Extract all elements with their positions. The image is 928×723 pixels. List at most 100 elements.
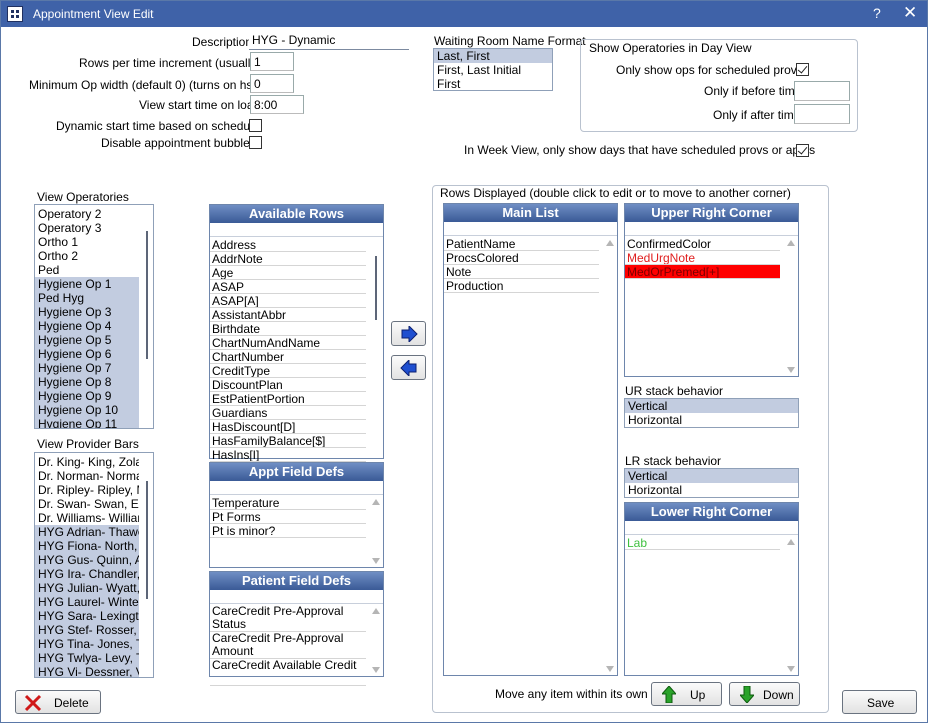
lower-right-grid[interactable]: Lower Right Corner Lab xyxy=(624,502,799,676)
main-list-item[interactable]: ProcsColored xyxy=(444,251,599,265)
only-scheduled-checkbox[interactable] xyxy=(796,63,809,76)
rows-per-increment-input[interactable]: 1 xyxy=(250,52,294,71)
down-button[interactable]: Down xyxy=(729,682,800,706)
operatory-item[interactable]: Ortho 2 xyxy=(35,249,139,263)
provider-bar-item[interactable]: Dr. Swan- Swan, Eri xyxy=(35,497,139,511)
ur-stack-list[interactable]: Vertical Horizontal xyxy=(624,398,799,428)
available-rows-scrollbar[interactable] xyxy=(370,238,383,458)
operatory-item[interactable]: Operatory 2 xyxy=(35,207,139,221)
operatory-item[interactable]: Hygiene Op 4 xyxy=(35,319,139,333)
operatory-item[interactable]: Ped Hyg xyxy=(35,291,139,305)
ur-stack-option[interactable]: Horizontal xyxy=(625,413,798,427)
provider-bar-item[interactable]: HYG Sara- Lexingto xyxy=(35,609,139,623)
operatory-item[interactable]: Hygiene Op 7 xyxy=(35,361,139,375)
provider-bar-item[interactable]: Dr. Williams- William xyxy=(35,511,139,525)
waiting-room-format-list[interactable]: Last, First First, Last Initial First xyxy=(433,48,553,91)
move-right-button[interactable] xyxy=(391,321,426,346)
provider-bar-item[interactable]: Dr. King- King, Zola xyxy=(35,455,139,469)
waiting-room-option[interactable]: First xyxy=(434,77,552,90)
operatory-item[interactable]: Hygiene Op 8 xyxy=(35,375,139,389)
available-row-item[interactable]: ChartNumAndName xyxy=(210,336,366,350)
available-row-item[interactable]: Birthdate xyxy=(210,322,366,336)
operatory-item[interactable]: Ped xyxy=(35,263,139,277)
week-view-checkbox[interactable] xyxy=(796,144,809,157)
upper-right-scrollbar[interactable] xyxy=(785,237,798,376)
available-row-item[interactable]: ASAP[A] xyxy=(210,294,366,308)
upper-right-item[interactable]: MedOrPremed[+] xyxy=(625,265,780,279)
provider-bar-item[interactable]: Dr. Norman- Norman xyxy=(35,469,139,483)
available-row-item[interactable]: Guardians xyxy=(210,406,366,420)
operatory-item[interactable]: Ortho 1 xyxy=(35,235,139,249)
lr-stack-list[interactable]: Vertical Horizontal xyxy=(624,468,799,498)
provider-bar-item[interactable]: HYG Laurel- Winter xyxy=(35,595,139,609)
provider-bar-item[interactable]: HYG Gus- Quinn, A xyxy=(35,553,139,567)
available-row-item[interactable]: Age xyxy=(210,266,366,280)
operatory-item[interactable]: Hygiene Op 3 xyxy=(35,305,139,319)
available-row-item[interactable]: AssistantAbbr xyxy=(210,308,366,322)
appt-field-def-item[interactable]: Temperature xyxy=(210,496,366,510)
available-row-item[interactable]: DiscountPlan xyxy=(210,378,366,392)
only-after-input[interactable] xyxy=(794,104,850,124)
operatory-item[interactable]: Hygiene Op 10 xyxy=(35,403,139,417)
available-row-item[interactable]: Address xyxy=(210,238,366,252)
up-button[interactable]: Up xyxy=(651,682,722,706)
dynamic-start-checkbox[interactable] xyxy=(249,119,262,132)
main-list-item[interactable]: Note xyxy=(444,265,599,279)
provider-bar-item[interactable]: HYG Adrian- Thawe xyxy=(35,525,139,539)
available-row-item[interactable]: EstPatientPortion xyxy=(210,392,366,406)
operatory-item[interactable]: Hygiene Op 9 xyxy=(35,389,139,403)
disable-bubbles-checkbox[interactable] xyxy=(249,136,262,149)
upper-right-item[interactable]: MedUrgNote xyxy=(625,251,780,265)
upper-right-grid[interactable]: Upper Right Corner ConfirmedColor MedUrgN… xyxy=(624,203,799,377)
main-list-item[interactable]: PatientName xyxy=(444,237,599,251)
only-before-input[interactable] xyxy=(794,81,850,101)
main-list-item[interactable]: Production xyxy=(444,279,599,293)
patient-field-def-item[interactable]: CareCredit Pre-Approval Status xyxy=(210,605,366,632)
upper-right-item[interactable]: ConfirmedColor xyxy=(625,237,780,251)
provider-bar-item[interactable]: HYG Fiona- North, I xyxy=(35,539,139,553)
patient-field-def-item[interactable]: CareCredit Pre-Approval Amount xyxy=(210,632,366,659)
available-row-item[interactable]: ChartNumber xyxy=(210,350,366,364)
operatory-item[interactable]: Hygiene Op 6 xyxy=(35,347,139,361)
view-start-input[interactable]: 8:00 xyxy=(250,95,304,114)
help-button[interactable]: ? xyxy=(873,5,881,21)
operatory-item[interactable]: Operatory 3 xyxy=(35,221,139,235)
operatory-item[interactable]: Hygiene Op 11 xyxy=(35,417,139,428)
lr-stack-option[interactable]: Horizontal xyxy=(625,483,798,497)
available-row-item[interactable]: HasDiscount[D] xyxy=(210,420,366,434)
provider-bar-item[interactable]: HYG Ira- Chandler, xyxy=(35,567,139,581)
close-icon[interactable]: ✕ xyxy=(903,3,917,23)
main-list-grid[interactable]: Main List PatientName ProcsColored Note Pro… xyxy=(443,203,618,676)
available-row-item[interactable]: CreditType xyxy=(210,364,366,378)
provider-bar-item[interactable]: Dr. Ripley- Ripley, M xyxy=(35,483,139,497)
patient-field-defs-scrollbar[interactable] xyxy=(370,605,383,676)
available-rows-grid[interactable]: Available Rows Address AddrNote Age ASAP ASA… xyxy=(209,204,384,462)
patient-field-defs-grid[interactable]: Patient Field Defs CareCredit Pre-Approv… xyxy=(209,571,384,686)
view-operatories-list[interactable]: Operatory 2 Operatory 3 Ortho 1 Ortho 2 Ped H… xyxy=(34,204,154,429)
min-op-width-input[interactable]: 0 xyxy=(250,74,294,93)
lower-right-scrollbar[interactable] xyxy=(785,536,798,675)
ur-stack-option[interactable]: Vertical xyxy=(625,399,798,413)
available-row-item[interactable]: HasIns[I] xyxy=(210,448,366,462)
provider-bar-item[interactable]: HYG Vi- Dessner, V xyxy=(35,665,139,677)
save-button[interactable]: Save xyxy=(842,690,917,714)
provider-bar-item[interactable]: HYG Twlya- Levy, T xyxy=(35,651,139,665)
appt-field-def-item[interactable]: Pt Forms xyxy=(210,510,366,524)
provider-bar-item[interactable]: HYG Stef- Rosser, S xyxy=(35,623,139,637)
description-input[interactable]: HYG - Dynamic xyxy=(249,31,409,50)
appt-field-defs-grid[interactable]: Appt Field Defs Temperature Pt Forms Pt is… xyxy=(209,462,384,568)
lr-stack-option[interactable]: Vertical xyxy=(625,469,798,483)
main-list-scrollbar[interactable] xyxy=(604,237,617,675)
provider-bar-item[interactable]: HYG Tina- Jones, T xyxy=(35,637,139,651)
move-left-button[interactable] xyxy=(391,355,426,380)
appt-field-def-item[interactable]: Pt is minor? xyxy=(210,524,366,538)
available-row-item[interactable]: ASAP xyxy=(210,280,366,294)
operatory-item[interactable]: Hygiene Op 5 xyxy=(35,333,139,347)
view-provider-bars-list[interactable]: Dr. King- King, Zola Dr. Norman- Norman Dr… xyxy=(34,452,154,678)
lower-right-item[interactable]: Lab xyxy=(625,536,780,550)
patient-field-def-item[interactable]: CareCredit Available Credit xyxy=(210,659,366,686)
waiting-room-option[interactable]: First, Last Initial xyxy=(434,63,552,77)
provider-bar-item[interactable]: HYG Julian- Wyatt, xyxy=(35,581,139,595)
available-row-item[interactable]: AddrNote xyxy=(210,252,366,266)
available-row-item[interactable]: HasFamilyBalance[$] xyxy=(210,434,366,448)
